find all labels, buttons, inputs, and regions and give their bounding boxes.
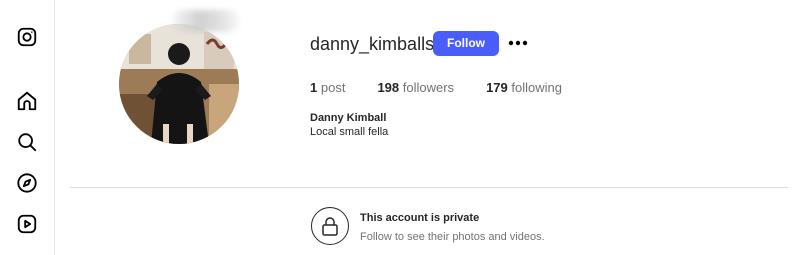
profile-avatar[interactable] [119,24,239,144]
private-account-subtitle: Follow to see their photos and videos. [360,231,545,243]
followers-count: 198 [377,80,400,95]
more-options-icon[interactable] [506,34,530,52]
section-divider [70,187,788,188]
explore-icon[interactable] [14,170,40,196]
instagram-icon[interactable] [14,24,40,50]
posts-count: 1 [310,80,318,95]
follow-button[interactable]: Follow [433,31,499,56]
followers-label: followers [402,80,455,95]
profile-stats: 1 post 198 followers 179 following [310,80,594,96]
posts-label: post [320,80,346,95]
profile-full-name: Danny Kimball [310,112,387,124]
sidebar [0,0,55,255]
following-label: following [511,80,562,95]
blurred-overlay [172,10,240,32]
followers-stat[interactable]: 198 followers [377,80,454,96]
profile-page: danny_kimballs Follow 1 post 198 followe… [0,0,800,255]
profile-bio: Local small fella [310,126,389,138]
lock-icon [311,207,349,245]
search-icon[interactable] [14,129,40,155]
reels-icon[interactable] [14,211,40,237]
following-stat[interactable]: 179 following [486,80,562,96]
profile-username: danny_kimballs [310,34,435,54]
private-account-title: This account is private [360,212,480,224]
following-count: 179 [486,80,508,95]
home-icon[interactable] [14,88,40,114]
posts-stat: 1 post [310,80,345,96]
